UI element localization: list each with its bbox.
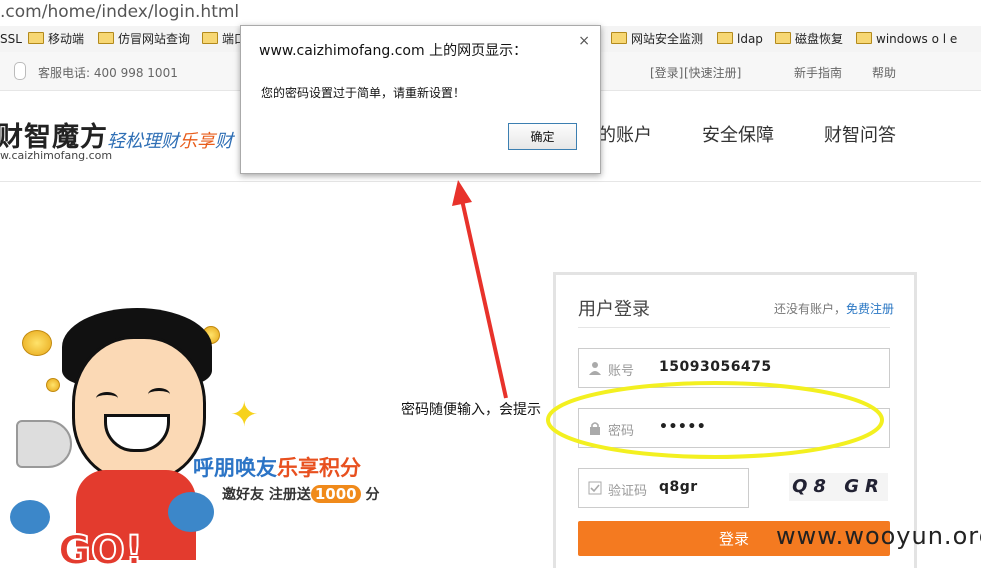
slogan-highlight: 乐享 (179, 131, 215, 152)
bookmark-label: SSL (0, 32, 22, 46)
bookmark-label: ldap (737, 32, 763, 46)
tree-icon (10, 500, 50, 534)
annotation-text: 密码随便输入，会提示 (401, 402, 541, 418)
nav-qa[interactable]: 财智问答 (824, 121, 896, 147)
account-label: 账号 (608, 364, 635, 379)
bookmark-folder-disk-recovery[interactable]: 磁盘恢复 (775, 31, 843, 47)
folder-icon (98, 32, 114, 44)
folder-icon (202, 32, 218, 44)
bookmark-ssl[interactable]: SSL (0, 31, 22, 47)
login-link[interactable]: [登录] (650, 64, 683, 81)
annotation-arrow-head (452, 180, 472, 206)
folder-icon (775, 32, 791, 44)
coin-icon (22, 330, 52, 356)
slogan-part: 轻松理财 (107, 131, 179, 152)
bookmark-label: windows o l e (876, 32, 958, 46)
bookmark-folder-phishing[interactable]: 仿冒网站查询 (98, 31, 190, 47)
nav-security[interactable]: 安全保障 (702, 121, 774, 147)
promo-headline: 呼朋唤友乐享积分 (193, 452, 361, 482)
help-link[interactable]: 帮助 (872, 64, 896, 81)
phone-icon (14, 62, 26, 80)
bookmark-label: 移动端 (48, 32, 85, 46)
register-prompt: 还没有账户，免费注册 (774, 300, 894, 317)
dialog-message: 您的密码设置过于简单，请重新设置！ (261, 86, 466, 100)
slogan-part: 财 (215, 131, 233, 152)
promo-subline-a: 邀好友 注册送 (222, 487, 311, 503)
account-value[interactable]: 15093056475 (659, 359, 772, 375)
bookmark-label: 仿冒网站查询 (118, 32, 191, 46)
free-register-link[interactable]: 免费注册 (846, 302, 894, 316)
user-icon (588, 361, 602, 375)
cartoon-eye (96, 392, 118, 405)
account-field[interactable]: 账号 15093056475 (578, 348, 890, 388)
hotline-text: 客服电话: 400 998 1001 (38, 66, 178, 80)
promo-headline-b: 乐享积分 (277, 456, 361, 480)
password-value[interactable]: ••••• (659, 419, 706, 435)
folder-icon (717, 32, 733, 44)
watermark: www.wooyun.org (776, 522, 981, 550)
annotation-arrow-line (460, 199, 508, 399)
register-prompt-text: 还没有账户， (773, 302, 846, 316)
bookmark-folder-ldap[interactable]: ldap (717, 31, 763, 47)
folder-icon (611, 32, 627, 44)
alert-dialog: www.caizhimofang.com 上的网页显示： × 您的密码设置过于简… (240, 25, 601, 174)
promo-subline-c: 分 (365, 487, 380, 503)
divider (578, 327, 890, 328)
folder-icon (856, 32, 872, 44)
check-icon (588, 481, 602, 495)
bookmark-label: 磁盘恢复 (795, 32, 844, 46)
folder-icon (28, 32, 44, 44)
captcha-value[interactable]: q8gr (659, 479, 698, 495)
bookmark-folder-windows-ole[interactable]: windows o l e (856, 31, 957, 47)
password-label: 密码 (608, 424, 635, 439)
captcha-field[interactable]: 验证码 q8gr (578, 468, 749, 508)
ok-button[interactable]: 确定 (508, 123, 577, 150)
bookmark-label: 网站安全监测 (631, 32, 704, 46)
cartoon-face (72, 336, 206, 482)
tree-icon (168, 492, 214, 532)
address-bar[interactable]: .com/home/index/login.html (0, 0, 981, 26)
logo-url: w.caizhimofang.com (0, 149, 113, 162)
register-link[interactable]: [快速注册] (684, 64, 741, 81)
lock-icon (588, 421, 602, 435)
promo-headline-a: 呼朋唤友 (193, 456, 277, 480)
login-title: 用户登录 (578, 299, 650, 320)
captcha-image[interactable]: Q8 GR (789, 473, 888, 501)
address-url[interactable]: .com/home/index/login.html (0, 0, 239, 24)
bookmark-folder-mobile[interactable]: 移动端 (28, 31, 84, 47)
sparkle-icon: ✦ (230, 395, 259, 435)
close-icon[interactable]: × (578, 33, 590, 49)
megaphone-icon (16, 420, 72, 468)
nav-my-account[interactable]: 的账户 (598, 121, 652, 147)
slogan: 轻松理财乐享财 (107, 127, 233, 153)
dialog-title: www.caizhimofang.com 上的网页显示： (259, 43, 528, 59)
promo-go: GO! (57, 527, 144, 574)
guide-link[interactable]: 新手指南 (794, 64, 842, 81)
bookmark-folder-site-security[interactable]: 网站安全监测 (611, 31, 703, 47)
promo-subline: 邀好友 注册送 1000 分 (222, 484, 380, 504)
coin-icon (46, 378, 60, 392)
password-field[interactable]: 密码 ••••• (578, 408, 890, 448)
cartoon-eye (148, 388, 170, 401)
promo-points-badge: 1000 (310, 485, 361, 503)
captcha-label: 验证码 (608, 484, 648, 499)
